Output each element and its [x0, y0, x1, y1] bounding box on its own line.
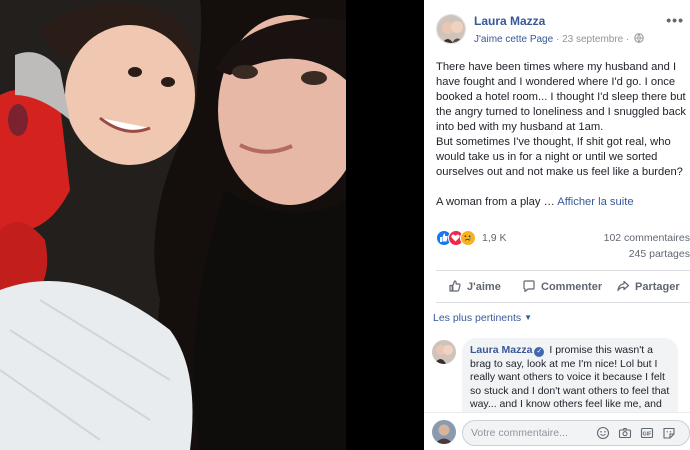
caret-down-icon: ▼ [524, 313, 533, 322]
see-more-link[interactable]: Afficher la suite [557, 196, 633, 208]
meta-separator-2: · [626, 34, 630, 45]
post-date[interactable]: 23 septembre [562, 34, 623, 45]
comments-count[interactable]: 102 commentaires [604, 232, 690, 244]
speech-bubble-icon [522, 279, 536, 296]
post-author[interactable]: Laura Mazza [474, 14, 545, 28]
divider-top [436, 270, 690, 271]
comment-label: Commenter [541, 281, 603, 293]
media-background [346, 0, 424, 450]
camera-icon[interactable] [618, 426, 632, 440]
thumbs-up-icon [448, 279, 462, 296]
post-photo[interactable] [0, 0, 346, 450]
svg-text:GIF: GIF [643, 431, 652, 437]
divider-bottom [436, 302, 690, 303]
meta-separator: · [555, 34, 560, 45]
post-paragraph-3: A woman from a play … Afficher la suite [436, 195, 688, 210]
shares-count[interactable]: 245 partages [629, 248, 690, 260]
comments-sort-dropdown[interactable]: Les plus pertinents ▼ [433, 312, 532, 324]
reactions-summary: 1,9 K 102 commentaires [436, 230, 690, 248]
sticker-icon[interactable] [662, 426, 676, 440]
post-text: There have been times where my husband a… [436, 60, 688, 210]
sad-reaction-icon [460, 230, 476, 246]
top-comment: Laura Mazza ✓ I promise this wasn't a bra… [432, 338, 690, 428]
share-label: Partager [635, 281, 680, 293]
post-paragraph-2: But sometimes I've thought, If shit got … [436, 136, 683, 178]
post-paragraph-1: There have been times where my husband a… [436, 61, 687, 133]
comment-composer: GIF [424, 412, 690, 450]
globe-icon [634, 33, 644, 46]
like-button[interactable]: J'aime [448, 276, 501, 298]
emoji-icon[interactable] [596, 426, 610, 440]
comment-author[interactable]: Laura Mazza [470, 344, 532, 356]
verified-badge-icon: ✓ [534, 347, 545, 357]
reaction-icons[interactable] [436, 230, 480, 246]
comment-input[interactable] [471, 425, 591, 441]
share-button[interactable]: Partager [616, 276, 680, 298]
post-excerpt: A woman from a play … [436, 196, 555, 208]
post-meta: J'aime cette Page · 23 septembre · [474, 33, 644, 46]
comment-button[interactable]: Commenter [522, 276, 602, 298]
comments-sort-label: Les plus pertinents [433, 312, 522, 324]
ellipsis-icon[interactable]: ••• [666, 12, 684, 28]
post-panel: Laura Mazza J'aime cette Page · 23 septe… [424, 0, 690, 450]
commenter-avatar[interactable] [432, 340, 456, 364]
gif-icon[interactable]: GIF [640, 426, 654, 440]
post-header: Laura Mazza J'aime cette Page · 23 septe… [436, 10, 690, 50]
comment-input-container: GIF [462, 420, 690, 446]
like-label: J'aime [467, 281, 501, 293]
reactions-count[interactable]: 1,9 K [482, 232, 507, 244]
page-avatar[interactable] [436, 14, 466, 44]
current-user-avatar [432, 420, 456, 444]
photo-illustration [0, 0, 346, 450]
post-actions: J'aime Commenter Partager [424, 276, 690, 298]
like-page-link[interactable]: J'aime cette Page [474, 34, 553, 45]
share-arrow-icon [616, 279, 630, 296]
